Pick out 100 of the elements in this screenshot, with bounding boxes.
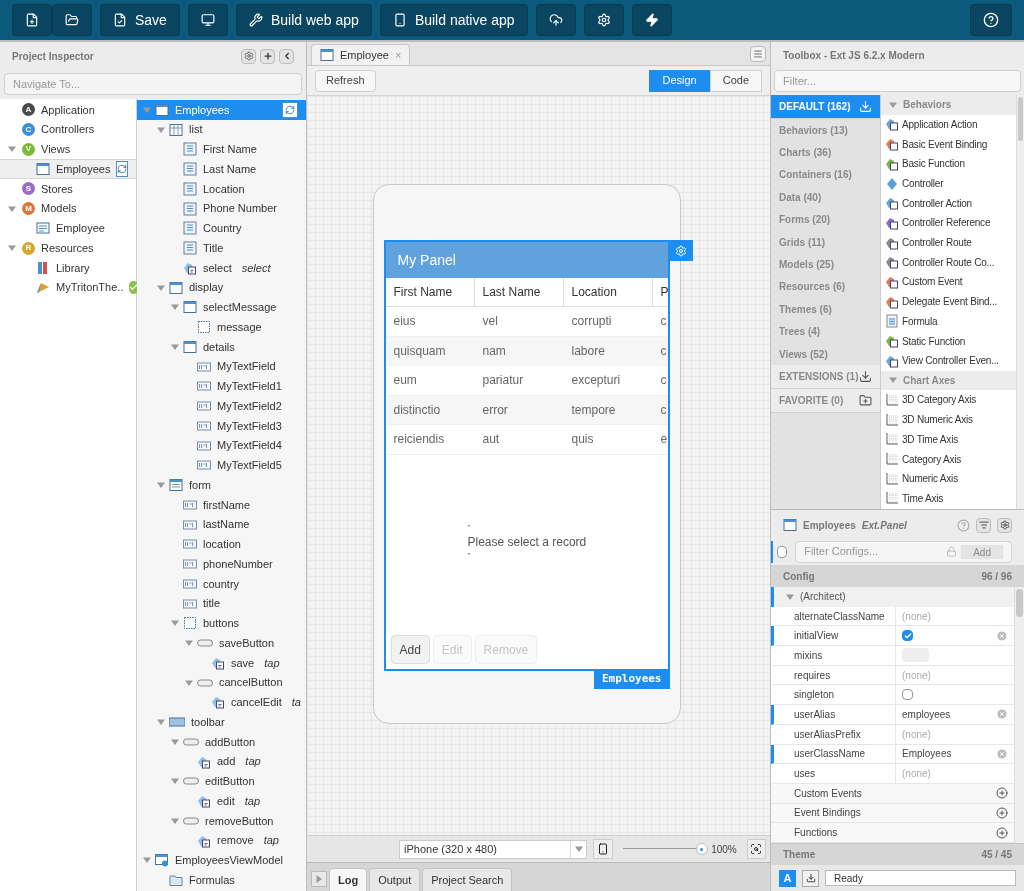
upload-button[interactable] — [535, 4, 576, 36]
tree-item[interactable]: Library — [0, 258, 136, 278]
tree-item[interactable]: display — [137, 277, 306, 298]
zoom-slider[interactable] — [622, 843, 706, 855]
tree-item[interactable]: message — [137, 317, 306, 337]
expand-arrow-icon[interactable] — [8, 244, 16, 253]
import-icon[interactable] — [859, 100, 872, 113]
config-value[interactable]: Employees — [902, 746, 952, 762]
device-select[interactable]: iPhone (320 x 480) — [399, 839, 588, 859]
tree-item[interactable]: location — [137, 534, 306, 555]
tree-item[interactable]: Employee — [0, 218, 136, 239]
toolbox-item[interactable]: Custom Event — [881, 272, 1016, 292]
expand-arrow-icon[interactable] — [171, 777, 179, 786]
column-header[interactable]: First Name — [385, 278, 475, 306]
zoom-fit-button[interactable] — [746, 839, 766, 859]
bottom-tab[interactable]: Log — [329, 868, 368, 891]
toolbox-item[interactable]: Controller Route — [881, 232, 1016, 253]
export-button[interactable] — [802, 869, 819, 887]
collapse-arrow-icon[interactable] — [889, 100, 897, 109]
tree-item[interactable]: MyTritonThe.. — [0, 277, 136, 298]
help-button[interactable] — [970, 4, 1012, 36]
checkbox[interactable] — [902, 630, 913, 642]
tree-item[interactable]: V Views — [0, 139, 136, 160]
tree-item[interactable]: Title — [137, 238, 306, 258]
refresh-icon[interactable] — [116, 161, 129, 178]
expand-arrow-icon[interactable] — [185, 678, 193, 687]
import-icon[interactable] — [859, 370, 872, 384]
filter-field[interactable]: Filter... — [774, 70, 1021, 92]
expand-arrow-icon[interactable] — [8, 145, 16, 154]
rotate-device-button[interactable] — [593, 839, 613, 859]
toolbox-item[interactable]: Controller — [881, 173, 1016, 194]
group-header[interactable]: (Architect) — [771, 587, 1014, 607]
tree-item[interactable]: EmployeesViewModel — [137, 850, 306, 871]
refresh-button[interactable]: Refresh — [315, 69, 376, 92]
add-icon[interactable] — [996, 806, 1008, 819]
open-folder-button[interactable] — [52, 4, 92, 36]
tree-item[interactable]: MyTextField1 — [137, 376, 306, 397]
up-arrow-icon[interactable] — [315, 875, 323, 883]
tree-item[interactable]: Location — [137, 179, 306, 199]
tree-item[interactable]: toolbar — [137, 712, 306, 732]
expand-panel-button[interactable] — [311, 871, 327, 887]
expand-arrow-icon[interactable] — [185, 639, 193, 648]
lightning-button[interactable] — [631, 4, 672, 36]
toolbox-item[interactable]: Category Axis — [881, 449, 1016, 469]
clear-icon[interactable] — [996, 708, 1008, 721]
tree-item[interactable]: remove tap — [137, 830, 306, 851]
checkbox[interactable] — [777, 545, 788, 558]
expand-arrow-icon[interactable] — [171, 342, 179, 351]
save-button[interactable]: Save — [100, 4, 180, 36]
config-value[interactable]: employees — [902, 706, 951, 722]
tree-item[interactable]: Employees — [0, 159, 136, 179]
tree-item[interactable]: MyTextField5 — [137, 455, 306, 476]
tree-item[interactable]: form — [137, 475, 306, 495]
expand-arrow-icon[interactable] — [157, 481, 165, 490]
toolbox-item[interactable]: 3D Numeric Axis — [881, 409, 1016, 430]
folder-plus-icon[interactable] — [859, 394, 872, 408]
tree-item[interactable]: cancelButton — [137, 672, 306, 693]
checkbox[interactable] — [902, 689, 913, 701]
new-file-button[interactable] — [12, 4, 52, 36]
column-header[interactable]: P — [652, 278, 668, 306]
preview-button[interactable] — [187, 4, 228, 36]
toolbox-item[interactable]: Controller Reference — [881, 213, 1016, 233]
scrollbar-thumb[interactable] — [1016, 589, 1023, 617]
tree-item[interactable]: add tap — [137, 751, 306, 772]
tree-item[interactable]: S Stores — [0, 179, 136, 199]
tree-item[interactable]: addButton — [137, 732, 306, 752]
tree-item[interactable]: phoneNumber — [137, 554, 306, 574]
toolbox-item[interactable]: Basic Function — [881, 153, 1016, 174]
tree-item[interactable]: MyTextField2 — [137, 396, 306, 416]
add-icon[interactable] — [996, 826, 1008, 839]
bottom-tab[interactable]: Project Search — [422, 868, 513, 891]
toolbox-item[interactable]: Basic Event Binding — [881, 134, 1016, 154]
toolbox-item[interactable]: Application Action — [881, 114, 1016, 135]
clear-icon[interactable] — [996, 629, 1008, 642]
toolbox-item[interactable]: Delegate Event Bind... — [881, 291, 1016, 312]
tree-item[interactable]: select select — [137, 258, 306, 278]
toolbox-item[interactable]: Numeric Axis — [881, 468, 1016, 489]
tree-item[interactable]: buttons — [137, 613, 306, 634]
expand-arrow-icon[interactable] — [171, 737, 179, 746]
expand-arrow-icon[interactable] — [157, 125, 165, 134]
clear-icon[interactable] — [996, 747, 1008, 760]
scrollbar-thumb[interactable] — [1018, 97, 1023, 141]
collapse-button[interactable] — [279, 48, 294, 64]
editor-tab[interactable]: Employee × — [311, 44, 411, 65]
navigate-field[interactable]: Navigate To... — [4, 73, 302, 95]
tree-item[interactable]: details — [137, 337, 306, 357]
mode-tab[interactable]: Code — [709, 69, 762, 92]
tree-item[interactable]: M Models — [0, 198, 136, 219]
tree-item[interactable]: Country — [137, 218, 306, 239]
tree-item[interactable]: Phone Number — [137, 198, 306, 219]
menu-button[interactable] — [750, 46, 766, 62]
toolbox-item[interactable]: View Controller Even... — [881, 350, 1016, 371]
toolbox-item[interactable]: Static Function — [881, 331, 1016, 351]
tree-item[interactable]: R Resources — [0, 238, 136, 258]
expand-arrow-icon[interactable] — [171, 619, 179, 628]
dropdown-arrow-icon[interactable] — [574, 845, 583, 853]
slider-thumb[interactable] — [695, 843, 708, 855]
sort-button[interactable] — [976, 517, 991, 533]
column-header[interactable]: Location — [563, 278, 653, 306]
tree-item[interactable]: list — [137, 119, 306, 140]
